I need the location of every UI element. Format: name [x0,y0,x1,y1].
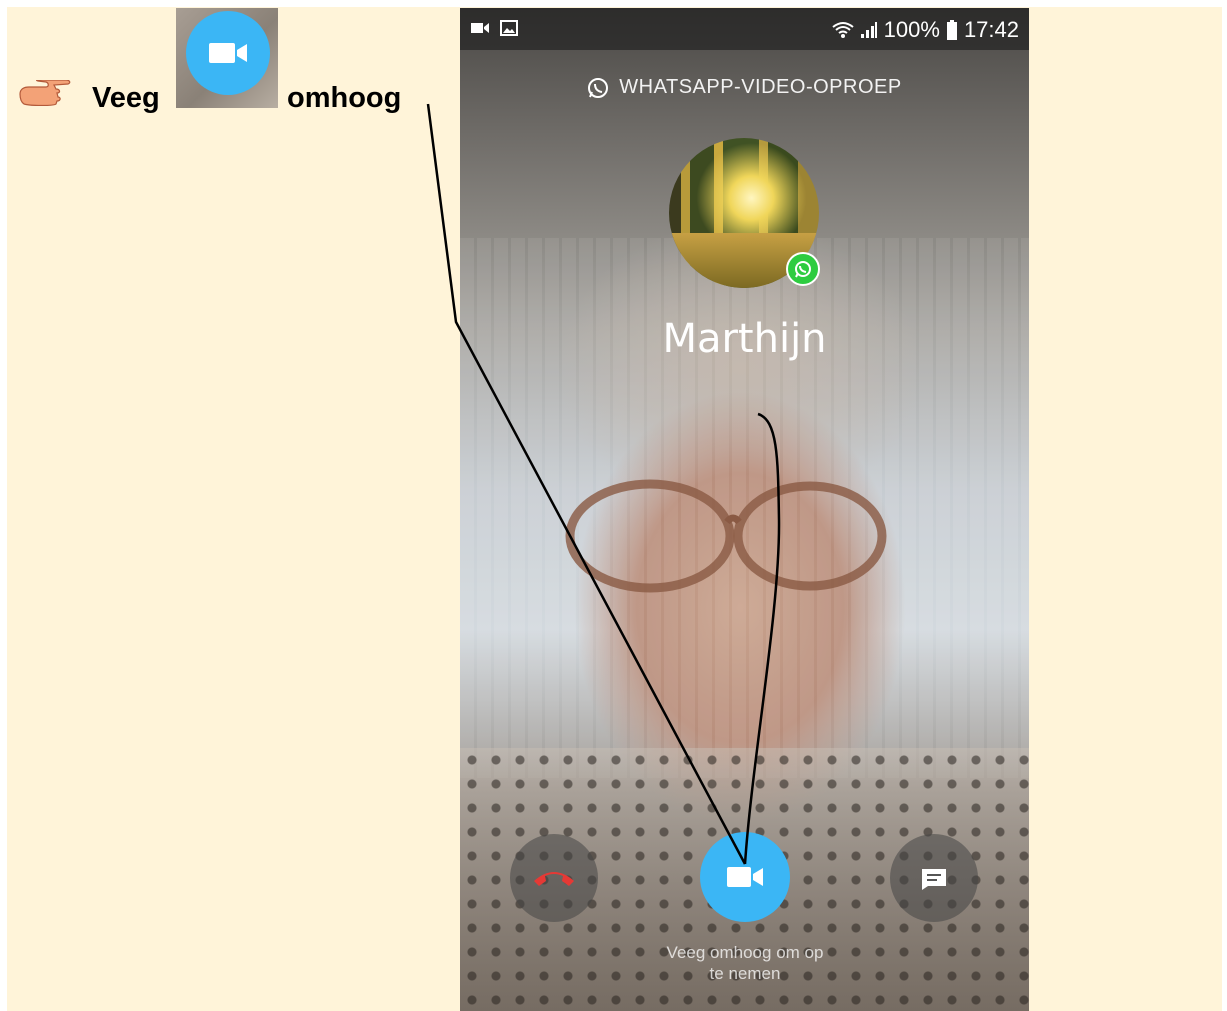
whatsapp-icon [795,261,811,278]
swipe-hint-line2: te nemen [709,964,781,983]
signal-icon [860,22,877,38]
image-notification-icon [500,20,518,36]
phone-screen: 100% 17:42 WHATSAPP-VIDEO-OPROEP Marthij… [460,8,1029,1011]
video-camera-icon [727,867,763,887]
status-right: 100% 17:42 [832,17,1019,43]
instruction-line: Veeg omhoog [0,0,440,140]
thumbnail-accept-button [186,11,270,95]
battery-percentage: 100% [883,17,940,42]
whatsapp-badge [786,252,820,286]
status-time: 17:42 [963,17,1019,42]
instruction-word-after: omhoog [287,82,402,114]
accept-video-call-button[interactable] [700,832,790,922]
contact-name: Marthijn [662,316,827,362]
phone-hangup-icon [534,872,574,886]
swipe-hint-line1: Veeg omhoog om op [666,943,824,962]
instruction-word-before: Veeg [92,82,160,114]
message-icon [922,869,946,890]
status-bar: 100% 17:42 [460,8,1029,50]
decline-call-button[interactable] [510,834,598,922]
swipe-hint: Veeg omhoog om op te nemen [630,942,860,984]
video-camera-icon [209,43,247,63]
reply-message-button[interactable] [890,834,978,922]
video-notification-icon [471,23,489,33]
instruction-button-thumbnail [176,8,278,108]
call-type-text: WHATSAPP-VIDEO-OPROEP [619,76,902,98]
call-type-label: WHATSAPP-VIDEO-OPROEP [460,76,1029,99]
status-left [470,20,518,36]
wifi-icon [832,22,854,38]
battery-icon [946,20,957,40]
glasses-shape [565,479,887,593]
whatsapp-icon [588,77,609,98]
pointing-hand-icon [19,80,71,106]
